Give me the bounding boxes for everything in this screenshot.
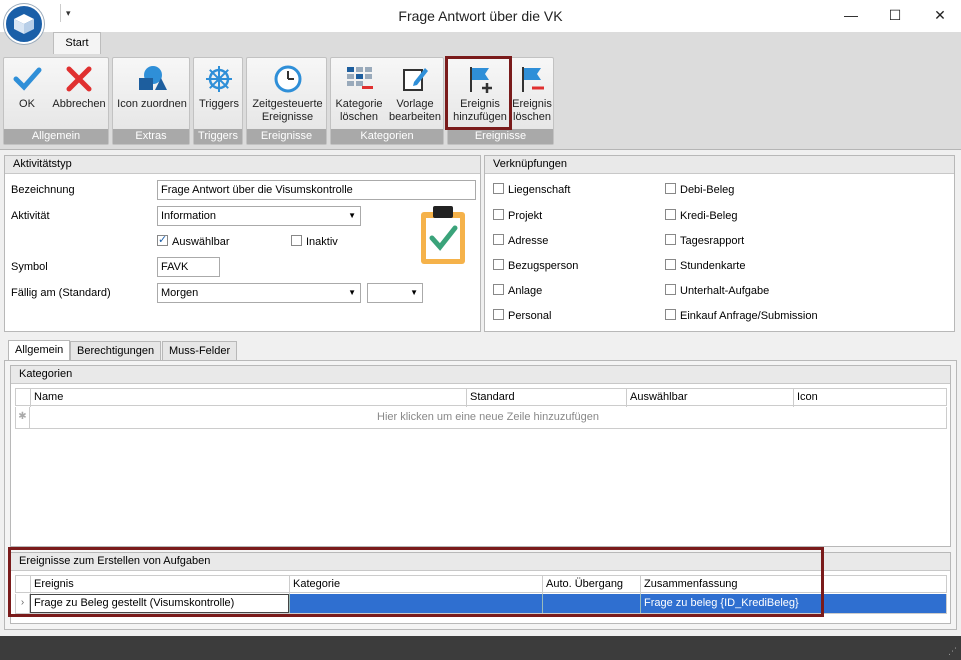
aktivitaetstyp-panel: Aktivitätstyp Bezeichnung Frage Antwort … [4, 155, 481, 332]
aktivitaet-label: Aktivität [11, 210, 50, 222]
checkbox-unterhalt-aufgabe[interactable]: Unterhalt-Aufgabe [665, 284, 769, 297]
abbrechen-button[interactable]: Abbrechen [50, 60, 108, 111]
checkbox-projekt[interactable]: Projekt [493, 209, 542, 222]
checkbox-icon [665, 259, 676, 270]
inaktiv-checkbox[interactable]: Inaktiv [291, 235, 338, 248]
auswaehlbar-checkbox[interactable]: Auswählbar [157, 233, 229, 248]
kategorie-loeschen-button[interactable]: Kategorie löschen [332, 60, 386, 124]
status-bar: ⋰ [0, 636, 961, 660]
ribbon-group-label: Extras [113, 129, 189, 144]
checkbox-icon [493, 259, 504, 270]
column-header-name[interactable]: Name [30, 389, 466, 407]
ribbon-group-label: Ereignisse [247, 129, 326, 144]
checkmark-icon [13, 67, 42, 91]
faellig-select[interactable]: Morgen ▼ [157, 283, 361, 303]
new-row-star-icon: ✱ [16, 407, 30, 428]
triggers-button[interactable]: Triggers [195, 60, 243, 111]
tab-berechtigungen[interactable]: Berechtigungen [70, 341, 162, 360]
ribbon-group-label: Triggers [194, 129, 242, 144]
panel-header: Aktivitätstyp [5, 156, 480, 174]
tab-allgemein[interactable]: Allgemein [8, 340, 71, 361]
kategorien-panel: Kategorien Name Standard Auswählbar Icon… [10, 365, 951, 547]
checkbox-icon [493, 183, 504, 194]
checkbox-icon [665, 234, 676, 245]
vorlage-bearbeiten-button[interactable]: Vorlage bearbeiten [387, 60, 443, 124]
verknuepfungen-panel: Verknüpfungen Liegenschaft Projekt Adres… [484, 155, 955, 332]
cube-icon [14, 14, 34, 34]
zeitgesteuerte-ereignisse-button[interactable]: Zeitgesteuerte Ereignisse [248, 60, 327, 124]
column-header-icon[interactable]: Icon [793, 389, 948, 407]
panel-header: Kategorien [11, 366, 950, 384]
checkbox-bezugsperson[interactable]: Bezugsperson [493, 259, 578, 272]
ok-button[interactable]: OK [6, 60, 48, 111]
ribbon-group-allgemein: OK Abbrechen Allgemein [3, 57, 109, 145]
checkbox-tagesrapport[interactable]: Tagesrapport [665, 234, 744, 247]
minimize-button[interactable]: — [836, 4, 866, 26]
checkbox-adresse[interactable]: Adresse [493, 234, 548, 247]
ribbon: OK Abbrechen Allgemein Icon zuordnen Ext… [0, 54, 961, 150]
ereignis-loeschen-button[interactable]: Ereignis löschen [510, 60, 554, 124]
clock-icon [274, 65, 301, 93]
aktivitaet-select[interactable]: Information ▼ [157, 206, 361, 226]
checkbox-checked-icon [157, 233, 168, 246]
checkbox-icon [665, 183, 676, 194]
checkbox-icon [291, 235, 302, 246]
checkbox-personal[interactable]: Personal [493, 309, 551, 322]
ribbon-group-ereignisse-zeit: Zeitgesteuerte Ereignisse Ereignisse [246, 57, 327, 145]
tab-muss-felder[interactable]: Muss-Felder [162, 341, 238, 360]
highlight-ereignis-hinzufuegen [445, 56, 512, 130]
highlight-ereignisse-section [8, 547, 824, 617]
checkbox-liegenschaft[interactable]: Liegenschaft [493, 183, 570, 196]
shapes-icon [139, 66, 167, 90]
ribbon-group-label: Ereignisse [448, 129, 553, 144]
chevron-down-icon: ▼ [348, 211, 356, 220]
flag-delete-icon [522, 67, 544, 92]
panel-header: Verknüpfungen [485, 156, 954, 174]
checkbox-icon [665, 309, 676, 320]
checkbox-debi-beleg[interactable]: Debi-Beleg [665, 183, 734, 196]
checkbox-icon [493, 284, 504, 295]
new-row-placeholder[interactable]: ✱ Hier klicken um eine neue Zeile hinzuz… [15, 407, 947, 429]
chevron-down-icon: ▼ [410, 288, 418, 297]
app-menu-button[interactable] [4, 4, 44, 44]
ships-wheel-icon [206, 66, 232, 92]
checkbox-stundenkarte[interactable]: Stundenkarte [665, 259, 745, 272]
symbol-label: Symbol [11, 261, 48, 273]
window-title: Frage Antwort über die VK [398, 8, 563, 24]
ribbon-group-kategorien: Kategorie löschen Vorlage bearbeiten Kat… [330, 57, 444, 145]
bezeichnung-input[interactable]: Frage Antwort über die Visumskontrolle [157, 180, 476, 200]
symbol-input[interactable]: FAVK [157, 257, 220, 277]
title-bar: ▾ Frage Antwort über die VK — ☐ ✕ [0, 0, 961, 44]
chevron-down-icon: ▼ [348, 288, 356, 297]
clipboard-check-icon[interactable] [417, 204, 469, 266]
kategorien-grid-header: Name Standard Auswählbar Icon [15, 388, 948, 407]
checkbox-einkauf-anfrage[interactable]: Einkauf Anfrage/Submission [665, 309, 818, 322]
checkbox-anlage[interactable]: Anlage [493, 284, 542, 297]
bezeichnung-label: Bezeichnung [11, 184, 75, 196]
faellig-label: Fällig am (Standard) [11, 287, 111, 299]
row-indicator-header [16, 389, 30, 407]
ribbon-group-triggers: Triggers Triggers [193, 57, 243, 145]
checkbox-icon [665, 209, 676, 220]
checkbox-icon [493, 234, 504, 245]
edit-pencil-icon [403, 68, 428, 91]
maximize-button[interactable]: ☐ [880, 4, 910, 26]
faellig-secondary-select[interactable]: ▼ [367, 283, 423, 303]
ribbon-group-extras: Icon zuordnen Extras [112, 57, 190, 145]
checkbox-icon [665, 284, 676, 295]
ribbon-tabstrip: Start [0, 32, 961, 54]
column-header-standard[interactable]: Standard [466, 389, 626, 407]
ribbon-group-label: Kategorien [331, 129, 443, 144]
icon-zuordnen-button[interactable]: Icon zuordnen [115, 60, 189, 111]
grid-delete-icon [347, 67, 373, 89]
checkbox-icon [493, 309, 504, 320]
resize-grip-icon[interactable]: ⋰ [948, 646, 957, 657]
cancel-x-icon [66, 66, 92, 92]
column-header-auswaehlbar[interactable]: Auswählbar [626, 389, 793, 407]
ribbon-group-label: Allgemein [4, 129, 108, 144]
checkbox-kredi-beleg[interactable]: Kredi-Beleg [665, 209, 737, 222]
close-button[interactable]: ✕ [925, 4, 955, 26]
checkbox-icon [493, 209, 504, 220]
ribbon-tab-start[interactable]: Start [53, 32, 101, 54]
